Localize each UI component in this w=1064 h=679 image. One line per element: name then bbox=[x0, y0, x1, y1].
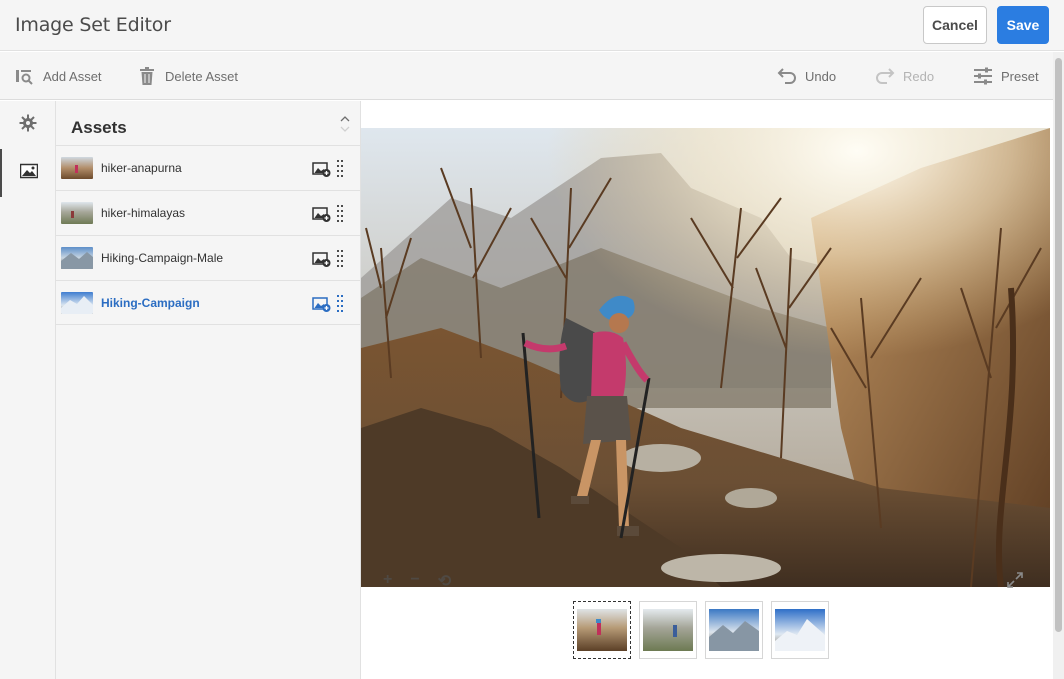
replace-image-icon[interactable] bbox=[312, 295, 332, 313]
fullscreen-icon[interactable] bbox=[1006, 571, 1024, 589]
trash-icon bbox=[137, 66, 157, 86]
drag-handle-icon[interactable] bbox=[336, 294, 344, 314]
save-button[interactable]: Save bbox=[997, 6, 1049, 44]
asset-name: Hiking-Campaign bbox=[101, 295, 200, 310]
asset-name: hiker-anapurna bbox=[101, 161, 182, 175]
assets-rail-button[interactable] bbox=[0, 149, 56, 197]
redo-label: Redo bbox=[903, 68, 935, 84]
thumbnail-swatch[interactable] bbox=[705, 601, 763, 659]
asset-row[interactable]: hiker-himalayas bbox=[56, 190, 361, 235]
asset-row[interactable]: Hiking-Campaign-Male bbox=[56, 235, 361, 280]
asset-thumbnail bbox=[61, 157, 93, 179]
sliders-icon bbox=[973, 66, 993, 86]
asset-row-selected[interactable]: Hiking-Campaign bbox=[56, 280, 361, 325]
asset-thumbnail bbox=[61, 202, 93, 224]
zoom-out-button[interactable]: − bbox=[410, 571, 419, 591]
toolbar: Add Asset Delete Asset Undo Redo Preset bbox=[0, 52, 1064, 100]
assets-panel: Assets hiker-anapurna hiker-himalayas Hi… bbox=[56, 101, 361, 679]
undo-button[interactable]: Undo bbox=[777, 52, 836, 100]
replace-image-icon[interactable] bbox=[312, 160, 332, 178]
add-asset-label: Add Asset bbox=[43, 68, 102, 84]
image-icon bbox=[19, 163, 39, 184]
image-preview: + − ⟲ bbox=[361, 101, 1053, 679]
thumbnail-swatch[interactable] bbox=[639, 601, 697, 659]
add-asset-button[interactable]: Add Asset bbox=[15, 52, 102, 100]
preset-label: Preset bbox=[1001, 68, 1039, 84]
gear-icon bbox=[19, 114, 37, 137]
title-bar: Image Set Editor Cancel Save bbox=[0, 0, 1064, 51]
replace-image-icon[interactable] bbox=[312, 250, 332, 268]
assets-title: Assets bbox=[71, 118, 127, 137]
redo-icon bbox=[875, 66, 895, 86]
scrollbar[interactable] bbox=[1053, 52, 1064, 679]
undo-icon bbox=[777, 66, 797, 86]
drag-handle-icon[interactable] bbox=[336, 249, 344, 269]
asset-list: hiker-anapurna hiker-himalayas Hiking-Ca… bbox=[56, 145, 361, 325]
zoom-controls: + − ⟲ bbox=[383, 571, 451, 591]
sort-chevron-icon[interactable] bbox=[339, 113, 351, 135]
asset-row[interactable]: hiker-anapurna bbox=[56, 145, 361, 190]
zoom-in-button[interactable]: + bbox=[383, 571, 392, 591]
asset-thumbnail bbox=[61, 247, 93, 269]
scrollbar-thumb[interactable] bbox=[1055, 58, 1062, 632]
replace-image-icon[interactable] bbox=[312, 205, 332, 223]
drag-handle-icon[interactable] bbox=[336, 204, 344, 224]
delete-asset-label: Delete Asset bbox=[165, 68, 238, 84]
asset-name: hiker-himalayas bbox=[101, 206, 186, 220]
drag-handle-icon[interactable] bbox=[336, 159, 344, 179]
app-title: Image Set Editor bbox=[15, 14, 171, 36]
zoom-reset-button[interactable]: ⟲ bbox=[438, 571, 451, 591]
thumbnail-swatch[interactable] bbox=[573, 601, 631, 659]
thumbnail-swatch[interactable] bbox=[771, 601, 829, 659]
undo-label: Undo bbox=[805, 68, 837, 84]
add-asset-icon bbox=[15, 66, 35, 86]
left-rail bbox=[0, 101, 56, 679]
redo-button[interactable]: Redo bbox=[875, 52, 934, 100]
swatch-thumbnails bbox=[573, 601, 829, 659]
delete-asset-button[interactable]: Delete Asset bbox=[137, 52, 238, 100]
asset-thumbnail bbox=[61, 291, 93, 314]
cancel-button[interactable]: Cancel bbox=[923, 6, 987, 44]
main-preview-image[interactable] bbox=[361, 128, 1050, 587]
preset-button[interactable]: Preset bbox=[973, 52, 1039, 100]
asset-name: Hiking-Campaign-Male bbox=[101, 251, 224, 265]
settings-rail-button[interactable] bbox=[0, 101, 56, 149]
